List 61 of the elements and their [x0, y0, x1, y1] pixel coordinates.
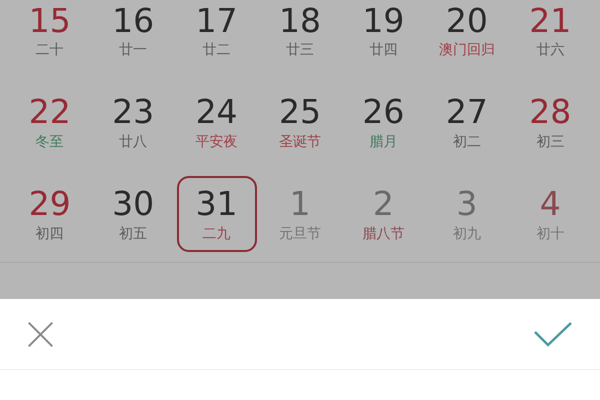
- lunar-date: 腊八节: [362, 225, 404, 244]
- day-cell[interactable]: 23 廿八: [93, 84, 174, 160]
- day-number: 31: [196, 184, 238, 224]
- lunar-date: 廿一: [119, 41, 148, 60]
- day-number: 15: [28, 2, 71, 40]
- lunar-date: 元旦节: [278, 225, 321, 244]
- lunar-date: 廿四: [369, 41, 398, 60]
- check-icon[interactable]: [533, 320, 573, 348]
- lunar-date: 圣诞节: [278, 133, 321, 152]
- day-cell[interactable]: 30 初五: [93, 176, 174, 252]
- day-number: 19: [362, 2, 404, 40]
- lunar-date: 初五: [119, 225, 148, 244]
- lunar-date: 初四: [36, 225, 64, 244]
- day-number: 30: [112, 184, 154, 224]
- day-number: 23: [112, 92, 154, 132]
- day-cell[interactable]: 22 冬至: [10, 84, 90, 160]
- day-cell[interactable]: 15 二十: [10, 0, 90, 62]
- day-cell[interactable]: 17 廿二: [176, 0, 257, 62]
- day-number: 29: [28, 184, 71, 224]
- day-cell[interactable]: 19 廿四: [343, 0, 424, 62]
- day-cell[interactable]: 28 初三: [510, 84, 590, 160]
- day-number: 3: [456, 184, 478, 224]
- lunar-date: 初三: [536, 133, 564, 152]
- day-cell[interactable]: 16 廿一: [93, 0, 174, 62]
- day-cell[interactable]: 20 澳门回归: [426, 0, 507, 62]
- day-number: 17: [196, 2, 238, 40]
- day-number: 4: [540, 184, 561, 224]
- lunar-date: 廿三: [286, 41, 314, 60]
- day-number: 22: [28, 92, 71, 132]
- day-number: 1: [289, 184, 310, 224]
- day-number: 21: [529, 2, 572, 40]
- day-number: 18: [278, 2, 321, 40]
- lunar-date: 廿八: [119, 133, 148, 152]
- day-number: 2: [372, 184, 394, 224]
- day-number: 20: [446, 2, 488, 40]
- close-icon[interactable]: [26, 320, 55, 348]
- lunar-date: 冬至: [36, 133, 64, 152]
- day-cell[interactable]: 21 廿六: [510, 0, 590, 62]
- day-cell[interactable]: 18 廿三: [260, 0, 340, 62]
- lunar-date: 平安夜: [196, 133, 238, 152]
- lunar-date: 二九: [202, 225, 231, 244]
- day-cell[interactable]: 31 二九: [176, 176, 257, 252]
- lunar-date: 初十: [536, 225, 564, 244]
- day-number: 24: [196, 92, 238, 132]
- day-cell[interactable]: 26 腊月: [343, 84, 424, 160]
- day-number: 27: [446, 92, 488, 132]
- lunar-date: 初九: [452, 225, 481, 244]
- lunar-date: 廿六: [536, 41, 564, 60]
- day-number: 25: [278, 92, 321, 132]
- lunar-date: 廿二: [202, 41, 231, 60]
- day-cell[interactable]: 29 初四: [10, 176, 90, 252]
- day-number: 16: [112, 2, 154, 40]
- lunar-date: 初二: [452, 133, 481, 152]
- lunar-date: 腊月: [369, 133, 398, 152]
- day-cell[interactable]: 27 初二: [426, 84, 507, 160]
- day-number: 26: [362, 92, 404, 132]
- day-cell[interactable]: 25 圣诞节: [260, 84, 340, 160]
- day-cell[interactable]: 24 平安夜: [176, 84, 257, 160]
- day-number: 28: [529, 92, 572, 132]
- lunar-date: 澳门回归: [438, 41, 495, 60]
- lunar-date: 二十: [36, 41, 64, 60]
